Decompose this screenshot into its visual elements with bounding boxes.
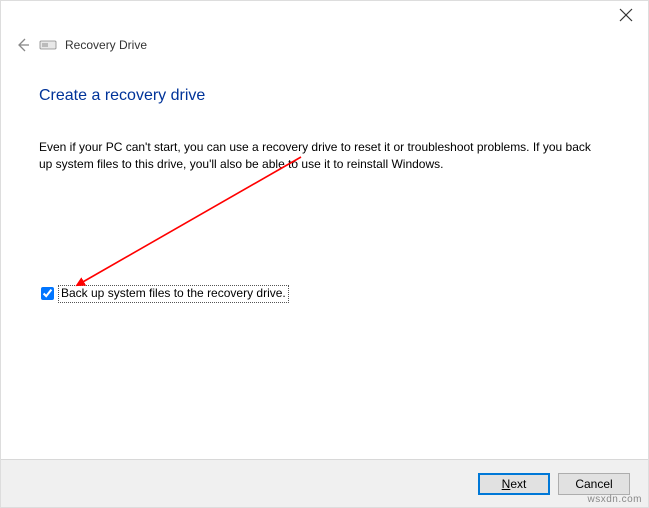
watermark-text: wsxdn.com (587, 494, 642, 505)
cancel-button[interactable]: Cancel (558, 473, 630, 495)
wizard-window: Recovery Drive Create a recovery drive E… (0, 0, 649, 508)
backup-checkbox-label: Back up system files to the recovery dri… (58, 285, 289, 303)
back-button[interactable] (15, 37, 31, 53)
backup-checkbox[interactable] (41, 287, 54, 300)
footer-bar: Next Cancel (1, 459, 648, 507)
content-area: Create a recovery drive Even if your PC … (39, 87, 610, 294)
next-rest: ext (510, 477, 526, 491)
drive-icon (39, 38, 57, 52)
window-title: Recovery Drive (65, 38, 147, 52)
header-bar: Recovery Drive (15, 37, 147, 53)
close-icon (618, 7, 634, 23)
backup-checkbox-row[interactable]: Back up system files to the recovery dri… (41, 285, 289, 303)
next-button[interactable]: Next (478, 473, 550, 495)
page-description: Even if your PC can't start, you can use… (39, 139, 599, 174)
back-arrow-icon (15, 37, 31, 53)
close-button[interactable] (618, 7, 634, 23)
page-title: Create a recovery drive (39, 87, 610, 105)
